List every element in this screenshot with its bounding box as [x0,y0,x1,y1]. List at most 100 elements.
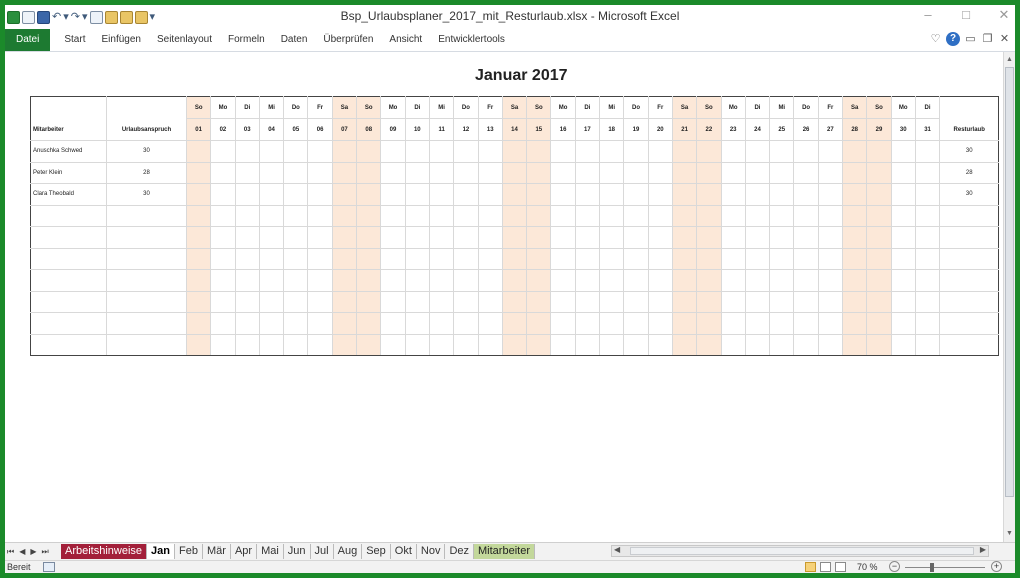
day-cell[interactable] [720,269,746,292]
day-cell[interactable] [842,161,868,184]
day-cell[interactable] [842,247,868,270]
day-cell[interactable] [453,161,479,184]
remaining-cell[interactable] [939,290,1000,313]
day-cell[interactable] [185,312,212,335]
day-cell[interactable] [477,204,503,227]
day-cell[interactable] [331,161,358,184]
day-cell[interactable] [550,226,576,249]
day-cell[interactable] [210,204,236,227]
day-cell[interactable] [428,247,455,270]
remaining-cell[interactable] [939,204,1000,227]
day-cell[interactable] [453,290,479,313]
day-cell[interactable] [258,161,285,184]
day-cell[interactable] [744,161,771,184]
day-cell[interactable] [769,247,795,270]
day-cell[interactable] [356,204,382,227]
day-cell[interactable] [380,247,406,270]
day-cell[interactable] [574,140,601,163]
entitlement-cell[interactable] [106,333,187,356]
day-cell[interactable] [258,247,285,270]
day-cell[interactable] [647,269,673,292]
day-cell[interactable] [234,269,260,292]
close-icon[interactable]: ✕ [997,7,1011,23]
macro-record-icon[interactable] [43,562,55,572]
entitlement-cell[interactable] [106,290,187,313]
day-cell[interactable] [210,269,236,292]
day-cell[interactable] [307,312,333,335]
day-cell[interactable] [356,161,382,184]
help-icon[interactable]: ? [946,32,960,46]
day-cell[interactable] [599,183,625,206]
day-cell[interactable] [404,312,430,335]
ribbon-tab[interactable]: Entwicklertools [430,29,513,51]
employee-name-cell[interactable]: Anuschka Schwed [30,140,107,163]
day-cell[interactable] [356,247,382,270]
day-cell[interactable] [526,312,552,335]
day-cell[interactable] [404,333,430,356]
day-cell[interactable] [283,290,309,313]
day-cell[interactable] [307,204,333,227]
day-cell[interactable] [550,333,576,356]
sheet-tab[interactable]: Sep [362,544,391,559]
day-cell[interactable] [501,183,528,206]
entitlement-cell[interactable]: 28 [106,161,187,184]
day-cell[interactable] [890,290,916,313]
day-cell[interactable] [599,269,625,292]
scroll-right-icon[interactable]: ▶ [980,545,986,554]
day-cell[interactable] [842,140,868,163]
employee-name-cell[interactable] [30,247,107,270]
remaining-cell[interactable]: 28 [939,161,1000,184]
day-cell[interactable] [185,290,212,313]
day-cell[interactable] [696,312,722,335]
day-cell[interactable] [744,333,771,356]
day-cell[interactable] [793,204,819,227]
day-cell[interactable] [404,204,430,227]
entitlement-cell[interactable] [106,312,187,335]
employee-name-cell[interactable] [30,333,107,356]
sheet-tab[interactable]: Jul [311,544,334,559]
day-cell[interactable] [696,290,722,313]
horizontal-scroll-thumb[interactable] [630,547,974,555]
ribbon-tab[interactable]: Einfügen [93,29,148,51]
day-cell[interactable] [744,226,771,249]
day-cell[interactable] [574,204,601,227]
day-cell[interactable] [331,226,358,249]
day-cell[interactable] [914,161,941,184]
day-cell[interactable] [599,204,625,227]
employee-name-cell[interactable] [30,226,107,249]
day-cell[interactable] [793,312,819,335]
day-cell[interactable] [623,161,649,184]
day-cell[interactable] [453,312,479,335]
day-cell[interactable] [866,269,892,292]
day-cell[interactable] [842,204,868,227]
day-cell[interactable] [404,140,430,163]
day-cell[interactable] [380,269,406,292]
page-break-view-icon[interactable] [835,562,846,572]
day-cell[interactable] [380,226,406,249]
day-cell[interactable] [380,290,406,313]
day-cell[interactable] [647,290,673,313]
scroll-down-icon[interactable]: ▼ [1004,528,1015,539]
day-cell[interactable] [623,333,649,356]
day-cell[interactable] [866,204,892,227]
day-cell[interactable] [671,140,698,163]
day-cell[interactable] [283,161,309,184]
day-cell[interactable] [453,226,479,249]
zoom-slider-thumb[interactable] [930,563,934,572]
day-cell[interactable] [914,226,941,249]
day-cell[interactable] [283,312,309,335]
sheet-tab[interactable]: Feb [175,544,203,559]
day-cell[interactable] [671,183,698,206]
day-cell[interactable] [501,333,528,356]
day-cell[interactable] [720,247,746,270]
day-cell[interactable] [769,312,795,335]
day-cell[interactable] [769,161,795,184]
day-cell[interactable] [477,333,503,356]
minimize-icon[interactable]: – [921,7,935,23]
day-cell[interactable] [890,247,916,270]
day-cell[interactable] [744,204,771,227]
day-cell[interactable] [550,290,576,313]
day-cell[interactable] [428,333,455,356]
day-cell[interactable] [890,312,916,335]
day-cell[interactable] [599,226,625,249]
